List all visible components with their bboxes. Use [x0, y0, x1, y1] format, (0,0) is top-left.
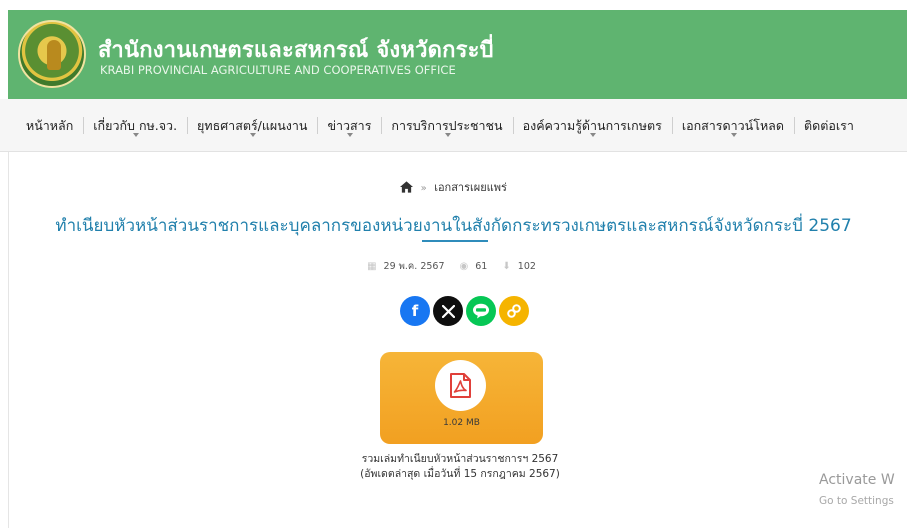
activate-windows-settings-link: Go to Settings [819, 495, 894, 507]
nav-item-label: ข่าวสาร [327, 118, 372, 133]
nav-item-label: ติดต่อเรา [803, 118, 854, 133]
share-buttons: f [400, 296, 529, 326]
pdf-icon [450, 373, 471, 398]
site-title-english: KRABI PROVINCIAL AGRICULTURE AND COOPERA… [100, 63, 456, 77]
x-share-button[interactable] [433, 296, 463, 326]
nav-item-home[interactable]: หน้าหลัก [26, 99, 83, 152]
nav-item-services[interactable]: การบริการประชาชน [381, 99, 512, 152]
breadcrumb: » เอกสารเผยแพร่ [0, 178, 907, 196]
facebook-icon: f [411, 302, 419, 320]
breadcrumb-current: เอกสารเผยแพร่ [434, 181, 507, 194]
download-caption-updated: (อัพเดตล่าสุด เมื่อวันที่ 15 กรกฎาคม 256… [360, 468, 560, 480]
nav-item-contact[interactable]: ติดต่อเรา [793, 99, 864, 152]
line-icon [473, 303, 489, 319]
nav-item-knowledge[interactable]: องค์ความรู้ด้านการเกษตร [512, 99, 672, 152]
main-nav: หน้าหลัก เกี่ยวกับ กษ.จว. ยุทธศาสตร์/แผน… [0, 99, 907, 152]
eye-icon: ◉ [459, 261, 469, 272]
caret-down-icon [347, 133, 354, 137]
document-meta: ▦ 29 พ.ค. 2567 ◉ 61 ⬇ 102 [0, 259, 907, 274]
publish-date: 29 พ.ค. 2567 [383, 261, 445, 272]
nav-item-label: ยุทธศาสตร์/แผนงาน [197, 118, 308, 133]
pdf-download-button[interactable]: 1.02 MB [380, 352, 543, 444]
nav-item-news[interactable]: ข่าวสาร [317, 99, 381, 152]
nav-item-label: เกี่ยวกับ กษ.จว. [93, 118, 178, 133]
nav-item-about[interactable]: เกี่ยวกับ กษ.จว. [83, 99, 187, 152]
nav-item-label: หน้าหลัก [26, 118, 74, 133]
download-caption-title: รวมเล่มทำเนียบหัวหน้าส่วนราชการฯ 2567 [361, 453, 559, 465]
nav-item-strategy[interactable]: ยุทธศาสตร์/แผนงาน [187, 99, 317, 152]
x-icon [441, 304, 455, 318]
caret-down-icon [133, 133, 140, 137]
copy-link-button[interactable] [499, 296, 529, 326]
logo[interactable] [18, 20, 86, 88]
line-share-button[interactable] [466, 296, 496, 326]
breadcrumb-separator: » [420, 183, 427, 194]
nav-item-label: เอกสารดาวน์โหลด [681, 118, 784, 133]
activate-windows-watermark: Activate W [819, 472, 895, 488]
facebook-share-button[interactable]: f [400, 296, 430, 326]
page-title: ทำเนียบหัวหน้าส่วนราชการและบุคลากรของหน่… [55, 216, 852, 236]
nav-item-label: องค์ความรู้ด้านการเกษตร [522, 118, 662, 133]
site-header: สำนักงานเกษตรและสหกรณ์ จังหวัดกระบี่ KRA… [8, 10, 907, 99]
calendar-icon: ▦ [367, 261, 377, 272]
page: สำนักงานเกษตรและสหกรณ์ จังหวัดกระบี่ KRA… [0, 0, 907, 528]
caret-down-icon [590, 133, 597, 137]
file-size: 1.02 MB [443, 418, 480, 428]
title-underline [422, 240, 488, 242]
home-icon[interactable] [400, 181, 414, 193]
nav-item-label: การบริการประชาชน [391, 118, 503, 133]
download-caption: รวมเล่มทำเนียบหัวหน้าส่วนราชการฯ 2567 (อ… [0, 452, 907, 482]
download-count: 102 [517, 261, 536, 272]
view-count: 61 [475, 261, 488, 272]
download-icon: ⬇ [502, 261, 511, 272]
pdf-icon-badge [435, 360, 486, 411]
link-icon [507, 304, 521, 318]
caret-down-icon [250, 133, 257, 137]
site-title-thai[interactable]: สำนักงานเกษตรและสหกรณ์ จังหวัดกระบี่ [98, 32, 494, 67]
caret-down-icon [445, 133, 451, 137]
caret-down-icon [730, 133, 737, 137]
nav-item-downloads[interactable]: เอกสารดาวน์โหลด [671, 99, 794, 152]
